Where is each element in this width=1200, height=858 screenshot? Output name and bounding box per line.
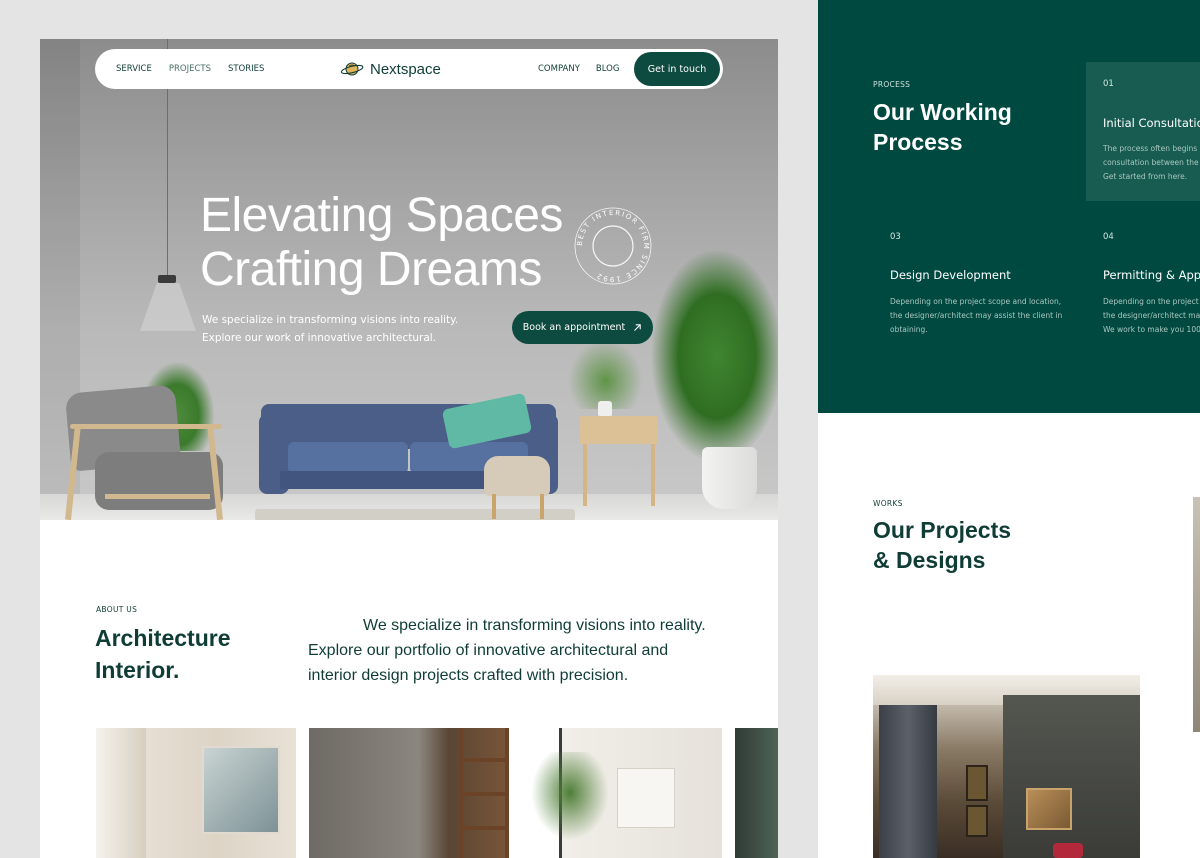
curtain — [96, 728, 146, 858]
hero-title-line: Crafting Dreams — [200, 243, 542, 296]
step-desc-line: We work to make you 100% satisfied. — [1103, 325, 1200, 334]
top-navbar: SERVICE PROJECTS STORIES Nextspace COMPA… — [95, 49, 723, 89]
process-title-line: Process — [873, 129, 963, 155]
about-title-line: Architecture — [95, 625, 231, 651]
step-description: Depending on the project scope the desig… — [1103, 295, 1200, 337]
planter-pot — [702, 447, 757, 509]
wall-art — [966, 765, 988, 801]
armchair-arm — [70, 424, 222, 429]
gallery-image-dark-room[interactable] — [735, 728, 778, 858]
hero-section: Elevating Spaces Crafting Dreams BEST IN… — [40, 39, 778, 520]
pendant-lamp — [140, 283, 196, 331]
indoor-tree — [530, 752, 610, 842]
gallery-image-bright-room[interactable] — [522, 728, 722, 858]
landing-page-card: Elevating Spaces Crafting Dreams BEST IN… — [40, 39, 778, 858]
nav-link-projects[interactable]: PROJECTS — [169, 64, 211, 74]
project-image-edge[interactable] — [1193, 497, 1200, 732]
vase — [598, 401, 612, 417]
book-appointment-label: Book an appointment — [522, 322, 626, 333]
gallery-image-living-room[interactable] — [96, 728, 296, 858]
feature-wall — [1003, 695, 1140, 858]
step-description: The process often begins with consultati… — [1103, 142, 1200, 184]
hero-description: We specialize in transforming visions in… — [202, 311, 482, 347]
about-text: We specialize in transforming visions in… — [308, 613, 728, 688]
wall-art — [617, 768, 675, 828]
since-badge-text: BEST INTERIOR FIRM SINCE 1992 — [576, 209, 649, 283]
planet-icon — [340, 62, 364, 76]
step-number: 04 — [1103, 232, 1114, 242]
ottoman — [484, 456, 550, 496]
step-desc-line: The process often begins with — [1103, 144, 1200, 153]
step-title: Permitting & Approvals — [1103, 268, 1200, 282]
step-title: Design Development — [890, 268, 1011, 282]
svg-text:BEST INTERIOR FIRM SINCE 1992: BEST INTERIOR FIRM SINCE 1992 — [576, 209, 650, 283]
step-desc-line: the designer/architect may assist the cl… — [890, 311, 1063, 320]
wall-art — [966, 805, 988, 837]
ottoman-legs — [492, 494, 544, 519]
armchair-seat — [95, 452, 223, 510]
step-desc-line: obtaining. — [890, 325, 928, 334]
step-desc-line: consultation between the client — [1103, 158, 1200, 167]
project-image[interactable] — [873, 675, 1140, 858]
step-desc-line: Depending on the project scope — [1103, 297, 1200, 306]
about-title: Architecture Interior. — [95, 622, 230, 686]
side-table-legs — [583, 444, 655, 506]
armchair-rail — [105, 494, 210, 499]
brand-name: Nextspace — [370, 60, 441, 78]
nav-link-stories[interactable]: STORIES — [228, 64, 264, 74]
step-description: Depending on the project scope and locat… — [890, 295, 1062, 337]
about-text-line: interior design projects crafted with pr… — [308, 667, 629, 684]
wall-art — [1026, 788, 1072, 830]
bookshelf — [459, 728, 509, 858]
sofa-cushion — [288, 442, 408, 474]
nav-right-group: COMPANY BLOG — [538, 49, 619, 89]
nav-link-blog[interactable]: BLOG — [596, 64, 620, 74]
plant-small — [568, 339, 643, 409]
book-appointment-button[interactable]: Book an appointment — [512, 311, 653, 344]
works-eyebrow: WORKS — [873, 499, 903, 508]
works-title-line: & Designs — [873, 547, 986, 573]
process-title-line: Our Working — [873, 99, 1012, 125]
arrow-up-right-icon — [634, 324, 641, 331]
step-number: 01 — [1103, 79, 1114, 89]
pendant-lamp-cap — [158, 275, 176, 283]
nav-left-group: SERVICE PROJECTS STORIES — [116, 49, 264, 89]
brand-logo[interactable]: Nextspace — [340, 49, 441, 89]
about-text-line: We specialize in transforming visions in… — [363, 617, 706, 634]
hero-title-line: Elevating Spaces — [200, 189, 563, 242]
wall-art — [202, 746, 280, 834]
about-eyebrow: ABOUT US — [96, 605, 138, 614]
about-text-line: Explore our portfolio of innovative arch… — [308, 642, 669, 659]
get-in-touch-button[interactable]: Get in touch — [634, 52, 720, 86]
step-desc-line: the designer/architect may assist — [1103, 311, 1200, 320]
step-title: Initial Consultation — [1103, 116, 1200, 130]
side-table — [580, 416, 658, 444]
nav-link-company[interactable]: COMPANY — [538, 64, 580, 74]
curtain — [879, 705, 937, 858]
since-badge: BEST INTERIOR FIRM SINCE 1992 — [574, 207, 652, 285]
hero-desc-line: We specialize in transforming visions in… — [202, 314, 459, 326]
plant-right — [652, 251, 778, 461]
process-eyebrow: PROCESS — [873, 80, 911, 89]
about-title-line: Interior. — [95, 657, 180, 683]
step-desc-line: Depending on the project scope and locat… — [890, 297, 1062, 306]
hero-desc-line: Explore our work of innovative architect… — [202, 332, 437, 344]
nav-link-service[interactable]: SERVICE — [116, 64, 152, 74]
process-section: PROCESS Our Working Process 01 Initial C… — [818, 0, 1200, 413]
works-section: WORKS Our Projects & Designs — [818, 413, 1200, 858]
process-title: Our Working Process — [873, 97, 1012, 157]
step-desc-line: Get started from here. — [1103, 172, 1188, 181]
red-cushion — [1053, 843, 1083, 858]
gallery-image-concrete-room[interactable] — [309, 728, 509, 858]
works-title: Our Projects & Designs — [873, 515, 1011, 575]
hero-title: Elevating Spaces Crafting Dreams — [200, 189, 620, 297]
works-title-line: Our Projects — [873, 517, 1012, 543]
step-number: 03 — [890, 232, 901, 242]
